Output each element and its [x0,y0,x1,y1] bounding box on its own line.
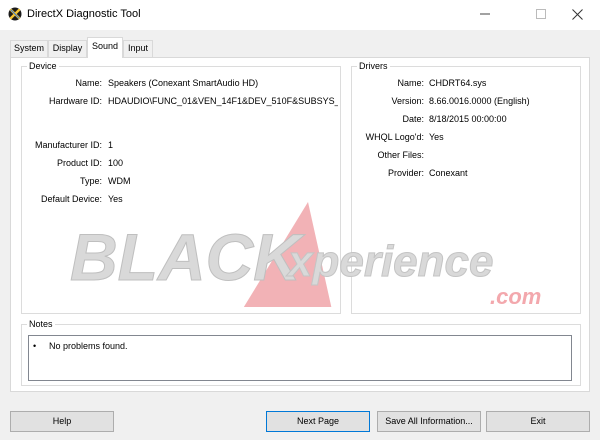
window-title: DirectX Diagnostic Tool [27,8,141,20]
type-label: Type: [79,176,102,186]
device-heading: Device [27,60,59,72]
tab-display[interactable]: Display [48,40,87,57]
drivers-heading: Drivers [357,60,390,72]
hardware-id-label-wrap: Hardware ID: [22,95,102,107]
note-item: No problems found. [49,341,128,351]
driver-date-value-wrap: 8/18/2015 00:00:00 [429,113,579,125]
driver-version-value: 8.66.0016.0000 (English) [429,96,530,106]
manufacturer-id-label: Manufacturer ID: [34,140,102,150]
driver-name-value: CHDRT64.sys [429,78,487,88]
title-bar: DirectX Diagnostic Tool [0,0,600,30]
minimize-icon [480,9,490,21]
next-page-button[interactable]: Next Page [266,411,370,432]
default-device-value-wrap: Yes [108,193,338,205]
whql-value: Yes [429,132,444,142]
hardware-id-label: Hardware ID: [48,96,102,106]
tab-sound[interactable]: Sound [87,37,123,58]
other-files-label: Other Files: [377,150,424,160]
default-device-label: Default Device: [40,194,102,204]
device-name-label: Name: [75,78,102,88]
provider-label: Provider: [387,168,424,178]
driver-date-label: Date: [402,114,424,124]
manufacturer-id-label-wrap: Manufacturer ID: [22,139,102,151]
default-device-label-wrap: Default Device: [22,193,102,205]
type-value-wrap: WDM [108,175,338,187]
manufacturer-id-value: 1 [108,140,114,150]
close-icon [571,8,583,22]
tab-system[interactable]: System [10,40,48,57]
maximize-icon [536,9,546,21]
driver-date-value: 8/18/2015 00:00:00 [429,114,507,124]
hardware-id-value-wrap: HDAUDIO\FUNC_01&VEN_14F1&DEV_510F&SUBSYS… [108,95,338,107]
tab-panel: Device Name: Speakers (Conexant SmartAud… [10,57,590,392]
notes-group: Notes • No problems found. [21,318,581,386]
tab-input[interactable]: Input [123,40,153,57]
exit-button[interactable]: Exit [486,411,590,432]
driver-name-label: Name: [397,78,424,88]
product-id-value: 100 [108,158,124,168]
driver-name-value-wrap: CHDRT64.sys [429,77,579,89]
device-name-value: Speakers (Conexant SmartAudio HD) [108,78,259,88]
device-name-label-wrap: Name: [22,77,102,89]
product-id-label: Product ID: [56,158,102,168]
type-label-wrap: Type: [22,175,102,187]
close-button[interactable] [554,0,600,30]
default-device-value: Yes [108,194,123,204]
provider-value: Conexant [429,168,468,178]
device-group: Device Name: Speakers (Conexant SmartAud… [21,60,341,314]
driver-version-label-wrap: Version: [352,95,424,107]
whql-label-wrap: WHQL Logo'd: [352,131,424,143]
hardware-id-value: HDAUDIO\FUNC_01&VEN_14F1&DEV_510F&SUBSYS… [108,96,338,106]
whql-value-wrap: Yes [429,131,579,143]
save-all-button[interactable]: Save All Information... [377,411,481,432]
type-value: WDM [108,176,131,186]
drivers-group: Drivers Name: CHDRT64.sys Version: 8.66.… [351,60,581,314]
product-id-label-wrap: Product ID: [22,157,102,169]
driver-version-label: Version: [391,96,424,106]
device-name-value-wrap: Speakers (Conexant SmartAudio HD) [108,77,338,89]
minimize-button[interactable] [462,0,508,30]
driver-name-label-wrap: Name: [352,77,424,89]
product-id-value-wrap: 100 [108,157,338,169]
whql-label: WHQL Logo'd: [365,132,424,142]
bullet-icon: • [33,341,37,351]
directx-icon [8,7,22,21]
notes-heading: Notes [27,318,55,330]
driver-date-label-wrap: Date: [352,113,424,125]
provider-label-wrap: Provider: [352,167,424,179]
other-files-label-wrap: Other Files: [352,149,424,161]
help-button[interactable]: Help [10,411,114,432]
provider-value-wrap: Conexant [429,167,579,179]
manufacturer-id-value-wrap: 1 [108,139,338,151]
client-area: System Display Sound Input Device Name: … [0,30,600,440]
other-files-value-wrap [429,149,579,161]
driver-version-value-wrap: 8.66.0016.0000 (English) [429,95,579,107]
notes-box[interactable]: • No problems found. [28,335,572,381]
